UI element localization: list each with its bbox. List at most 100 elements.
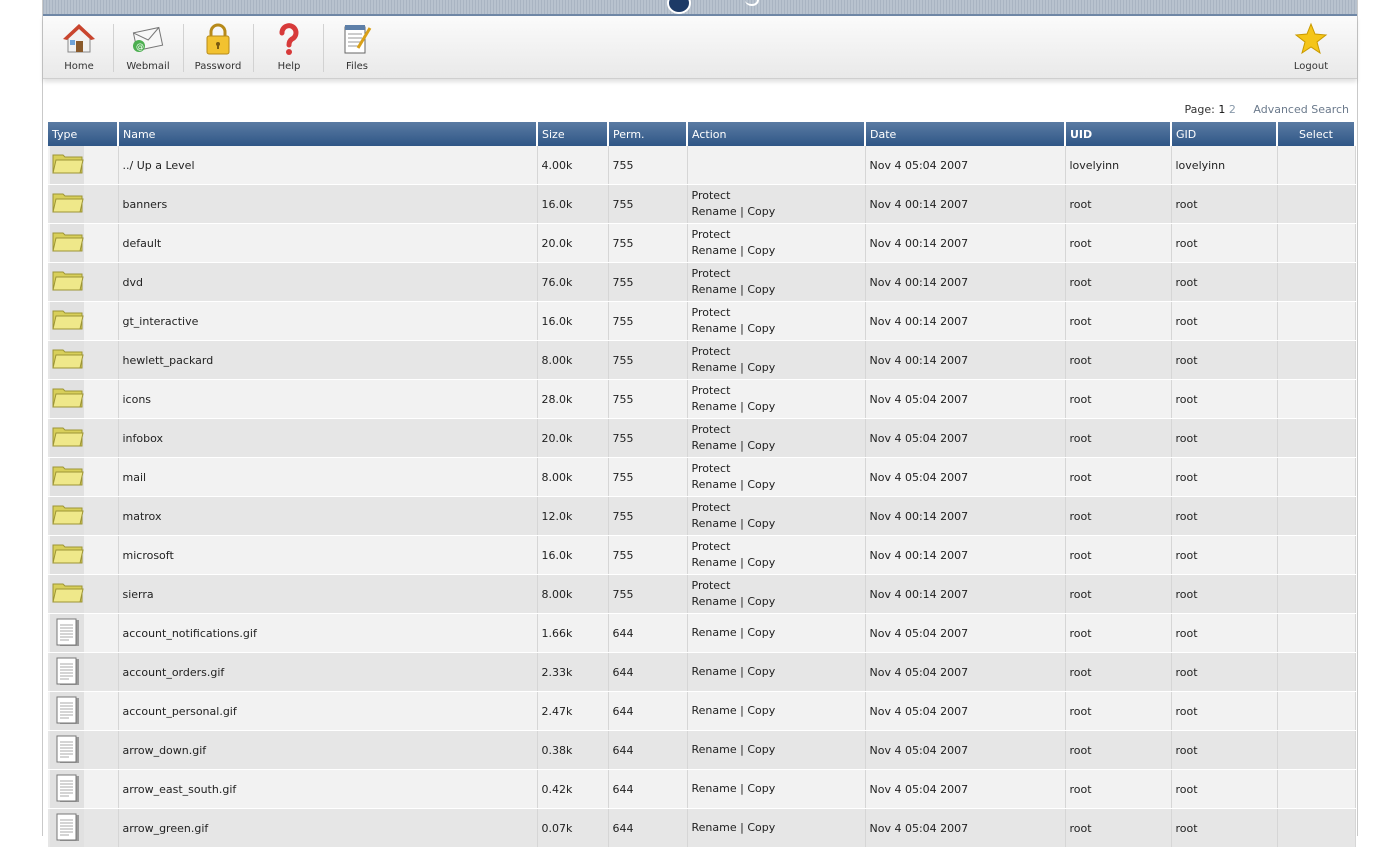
file-name[interactable]: sierra [123,588,154,601]
copy-link[interactable]: Copy [747,626,775,639]
perm-value[interactable]: 644 [613,822,634,835]
protect-link[interactable]: Protect [692,384,731,397]
name-cell[interactable]: ../ Up a Level [118,146,538,185]
page-link-1[interactable]: 1 [1218,103,1225,116]
file-name[interactable]: microsoft [123,549,174,562]
name-cell[interactable]: microsoft [118,535,538,575]
select-cell[interactable] [1277,262,1356,302]
name-cell[interactable]: account_orders.gif [118,652,538,692]
file-name[interactable]: dvd [123,276,143,289]
copy-link[interactable]: Copy [747,205,775,218]
perm-value[interactable]: 644 [613,705,634,718]
perm-value[interactable]: 755 [613,354,634,367]
rename-link[interactable]: Rename [692,517,737,530]
select-cell[interactable] [1277,184,1356,224]
perm-value[interactable]: 755 [613,588,634,601]
protect-link[interactable]: Protect [692,228,731,241]
rename-link[interactable]: Rename [692,743,737,756]
type-icon-box[interactable] [50,380,84,418]
protect-link[interactable]: Protect [692,189,731,202]
perm-value[interactable]: 755 [613,159,634,172]
type-icon-box[interactable] [50,575,84,613]
perm-value[interactable]: 644 [613,783,634,796]
type-icon-box[interactable] [50,614,84,652]
name-cell[interactable]: arrow_down.gif [118,730,538,770]
files-button[interactable]: Files [337,16,377,76]
perm-cell[interactable]: 755 [608,340,688,380]
name-cell[interactable]: icons [118,379,538,419]
perm-value[interactable]: 755 [613,237,634,250]
name-cell[interactable]: mail [118,457,538,497]
type-icon-box[interactable] [50,146,84,184]
perm-cell[interactable]: 755 [608,496,688,536]
protect-link[interactable]: Protect [692,540,731,553]
rename-link[interactable]: Rename [692,400,737,413]
perm-value[interactable]: 755 [613,471,634,484]
rename-link[interactable]: Rename [692,665,737,678]
protect-link[interactable]: Protect [692,501,731,514]
perm-cell[interactable]: 644 [608,691,688,731]
file-name[interactable]: account_notifications.gif [123,627,257,640]
type-icon-box[interactable] [50,536,84,574]
rename-link[interactable]: Rename [692,595,737,608]
type-icon-box[interactable] [50,809,84,847]
copy-link[interactable]: Copy [747,743,775,756]
logout-button[interactable]: Logout [1289,16,1333,76]
select-cell[interactable] [1277,769,1356,809]
file-name[interactable]: infobox [123,432,164,445]
perm-value[interactable]: 755 [613,510,634,523]
col-header-select[interactable]: Select [1277,122,1356,146]
perm-cell[interactable]: 755 [608,262,688,302]
col-header-date[interactable]: Date [865,122,1066,146]
name-cell[interactable]: arrow_green.gif [118,808,538,848]
perm-cell[interactable]: 755 [608,418,688,458]
copy-link[interactable]: Copy [747,556,775,569]
file-name[interactable]: arrow_down.gif [123,744,207,757]
select-cell[interactable] [1277,496,1356,536]
perm-value[interactable]: 644 [613,627,634,640]
select-cell[interactable] [1277,340,1356,380]
rename-link[interactable]: Rename [692,704,737,717]
protect-link[interactable]: Protect [692,423,731,436]
perm-value[interactable]: 755 [613,276,634,289]
copy-link[interactable]: Copy [747,322,775,335]
type-icon-box[interactable] [50,263,84,301]
select-cell[interactable] [1277,146,1356,185]
rename-link[interactable]: Rename [692,283,737,296]
perm-value[interactable]: 755 [613,549,634,562]
copy-link[interactable]: Copy [747,361,775,374]
select-cell[interactable] [1277,730,1356,770]
type-icon-box[interactable] [50,653,84,691]
file-name[interactable]: hewlett_packard [123,354,214,367]
file-name[interactable]: gt_interactive [123,315,199,328]
protect-link[interactable]: Protect [692,462,731,475]
select-cell[interactable] [1277,613,1356,653]
rename-link[interactable]: Rename [692,626,737,639]
file-name[interactable]: arrow_east_south.gif [123,783,237,796]
copy-link[interactable]: Copy [747,782,775,795]
perm-cell[interactable]: 755 [608,457,688,497]
rename-link[interactable]: Rename [692,439,737,452]
type-icon-box[interactable] [50,692,84,730]
file-name[interactable]: matrox [123,510,162,523]
rename-link[interactable]: Rename [692,205,737,218]
protect-link[interactable]: Protect [692,306,731,319]
perm-value[interactable]: 644 [613,744,634,757]
file-name[interactable]: account_orders.gif [123,666,225,679]
perm-value[interactable]: 755 [613,198,634,211]
name-cell[interactable]: infobox [118,418,538,458]
rename-link[interactable]: Rename [692,782,737,795]
type-icon-box[interactable] [50,419,84,457]
password-button[interactable]: Password [193,16,243,76]
type-icon-box[interactable] [50,497,84,535]
type-icon-box[interactable] [50,185,84,223]
copy-link[interactable]: Copy [747,595,775,608]
perm-cell[interactable]: 644 [608,652,688,692]
perm-cell[interactable]: 755 [608,184,688,224]
type-icon-box[interactable] [50,224,84,262]
advanced-search-link[interactable]: Advanced Search [1253,103,1349,116]
perm-value[interactable]: 755 [613,432,634,445]
type-icon-box[interactable] [50,458,84,496]
col-header-perm[interactable]: Perm. [608,122,688,146]
name-cell[interactable]: dvd [118,262,538,302]
